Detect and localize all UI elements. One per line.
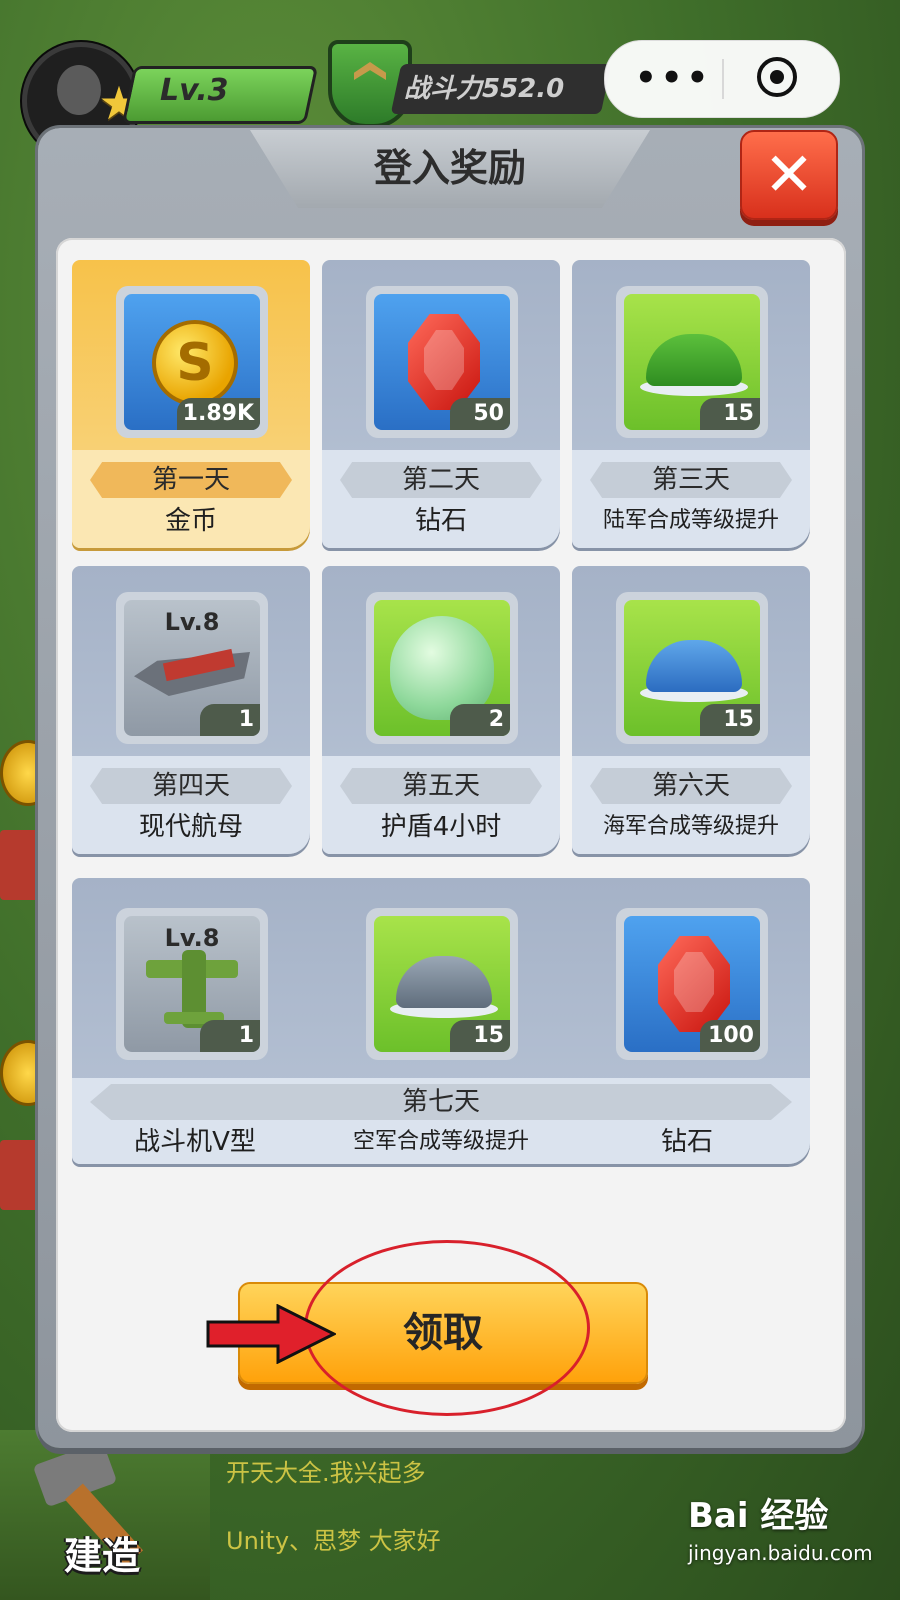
blue-helmet-icon: [646, 640, 742, 692]
annotation-arrow-icon: [206, 1304, 336, 1364]
close-program-button[interactable]: [757, 57, 797, 97]
reward-name: 钻石: [660, 1127, 713, 1157]
chat-message: 开天大全.我兴起多: [226, 1459, 426, 1487]
combat-power: 战斗力552.0: [404, 74, 565, 104]
reward-count: 15: [450, 1020, 510, 1052]
reward-icon-frame: 15: [366, 908, 518, 1060]
reward-name: 战斗机V型: [134, 1127, 256, 1157]
rank-chevron-icon: [354, 62, 386, 80]
day-label: 第三天: [651, 465, 730, 495]
green-helmet-icon: [646, 334, 742, 386]
day-label: 第一天: [151, 465, 230, 495]
reward-icon-bg: 15: [374, 916, 510, 1052]
mini-program-capsule: •••: [604, 40, 840, 118]
reward-icon-frame: 50: [366, 286, 518, 438]
reward-icon-frame: 100: [616, 908, 768, 1060]
reward-name: 海军合成等级提升: [602, 814, 779, 839]
reward-card-day1[interactable]: S 1.89K 第一天 金币: [72, 260, 310, 548]
reward-card-day5[interactable]: 2 第五天 护盾4小时: [322, 566, 560, 854]
day-label: 第七天: [401, 1087, 480, 1117]
building-roof: [0, 1140, 40, 1210]
reward-icon-frame: 2: [366, 592, 518, 744]
reward-icon-bg: 50: [374, 294, 510, 430]
reward-icon-frame: S 1.89K: [116, 286, 268, 438]
build-button[interactable]: 建造: [64, 1530, 174, 1582]
reward-count: 1: [200, 704, 260, 736]
day-label: 第五天: [401, 771, 480, 801]
reward-icon-frame: Lv.8 1: [116, 592, 268, 744]
gold-coin-icon: S: [152, 320, 238, 406]
reward-icon-bg: Lv.8 1: [124, 600, 260, 736]
reward-name: 陆军合成等级提升: [602, 508, 779, 533]
gem-highlight: [674, 952, 714, 1012]
baidu-watermark: Bai 经验 jingyan.baidu.com: [688, 1494, 888, 1590]
reward-count: 50: [450, 398, 510, 430]
reward-icon-bg: 15: [624, 600, 760, 736]
watermark-logo: Bai 经验: [688, 1496, 829, 1536]
reward-icon-bg: S 1.89K: [124, 294, 260, 430]
chat-message: Unity、思梦 大家好: [226, 1527, 441, 1555]
unit-level: Lv.8: [164, 924, 220, 952]
capsule-divider: [722, 59, 724, 99]
close-icon: ✕: [763, 140, 815, 210]
reward-name: 空军合成等级提升: [352, 1129, 529, 1154]
reward-count: 2: [450, 704, 510, 736]
reward-count: 100: [700, 1020, 760, 1052]
reward-name: 护盾4小时: [380, 812, 502, 842]
gem-highlight: [424, 330, 464, 390]
reward-card-day4[interactable]: Lv.8 1 第四天 现代航母: [72, 566, 310, 854]
reward-icon-bg: 15: [624, 294, 760, 430]
player-level: Lv.3: [160, 73, 229, 108]
reward-card-day3[interactable]: 15 第三天 陆军合成等级提升: [572, 260, 810, 548]
reward-card-day7[interactable]: Lv.8 1 15 100 第七天 战斗机V型 空军合成等级提升 钻石: [72, 878, 810, 1164]
reward-icon-bg: 2: [374, 600, 510, 736]
reward-name: 金币: [164, 506, 217, 536]
reward-card-day6[interactable]: 15 第六天 海军合成等级提升: [572, 566, 810, 854]
building-roof: [0, 830, 40, 900]
reward-name: 现代航母: [138, 812, 243, 842]
dialog-title: 登入奖励: [373, 146, 526, 190]
reward-icon-bg: Lv.8 1: [124, 916, 260, 1052]
annotation-circle: [304, 1240, 590, 1416]
reward-count: 15: [700, 398, 760, 430]
more-menu-button[interactable]: •••: [635, 55, 709, 101]
close-button[interactable]: ✕: [740, 130, 838, 220]
reward-count: 1: [200, 1020, 260, 1052]
unit-level: Lv.8: [164, 608, 220, 636]
gray-helmet-icon: [396, 956, 492, 1008]
day-label: 第四天: [151, 771, 230, 801]
day-label: 第二天: [401, 465, 480, 495]
reward-card-day2[interactable]: 50 第二天 钻石: [322, 260, 560, 548]
reward-icon-frame: Lv.8 1: [116, 908, 268, 1060]
reward-icon-bg: 100: [624, 916, 760, 1052]
reward-count: 1.89K: [176, 398, 260, 430]
reward-name: 钻石: [414, 506, 467, 536]
reward-icon-frame: 15: [616, 286, 768, 438]
watermark-url: jingyan.baidu.com: [688, 1541, 873, 1565]
reward-count: 15: [700, 704, 760, 736]
day-label: 第六天: [651, 771, 730, 801]
reward-icon-frame: 15: [616, 592, 768, 744]
